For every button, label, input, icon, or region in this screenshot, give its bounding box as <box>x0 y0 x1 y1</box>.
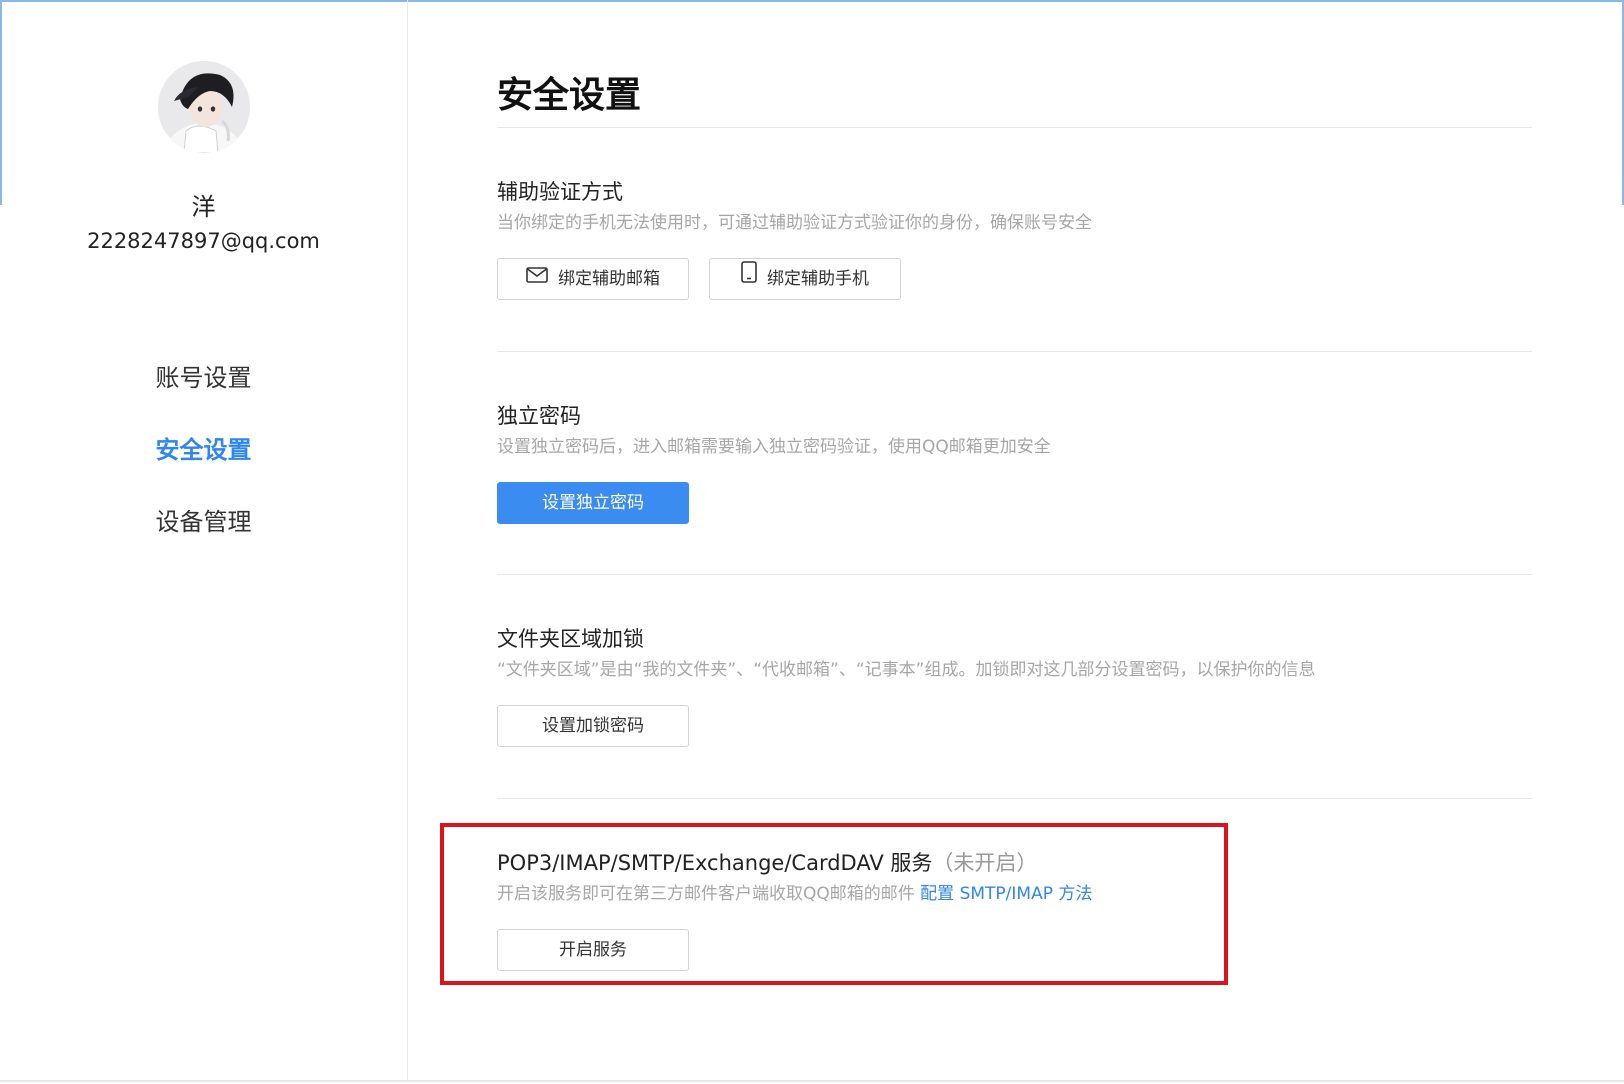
sidebar-item-account-settings[interactable]: 账号设置 <box>0 358 407 430</box>
section-divider <box>497 351 1532 352</box>
user-avatar-icon <box>158 61 250 153</box>
section-description: 设置独立密码后，进入邮箱需要输入独立密码验证，使用QQ邮箱更加安全 <box>497 437 1051 457</box>
section-independent-password: 独立密码 设置独立密码后，进入邮箱需要输入独立密码验证，使用QQ邮箱更加安全 设… <box>497 400 1532 524</box>
button-label: 绑定辅助手机 <box>767 269 869 289</box>
sidebar: 洋 2228247897@qq.com 账号设置 安全设置 设备管理 <box>0 0 408 1080</box>
section-auxiliary-verification: 辅助验证方式 当你绑定的手机无法使用时，可通过辅助验证方式验证你的身份，确保账号… <box>497 176 1532 300</box>
user-email: 2228247897@qq.com <box>87 229 320 253</box>
window-border-bottom <box>0 1080 1624 1082</box>
page-title: 安全设置 <box>497 75 642 116</box>
section-title: 辅助验证方式 <box>497 180 623 204</box>
section-title: 独立密码 <box>497 404 581 428</box>
sidebar-item-device-management[interactable]: 设备管理 <box>0 502 407 574</box>
sidebar-item-security-settings[interactable]: 安全设置 <box>0 430 407 502</box>
section-description: “文件夹区域”是由“我的文件夹”、“代收邮箱”、“记事本”组成。加锁即对这几部分… <box>497 660 1316 680</box>
settings-window: 洋 2228247897@qq.com 账号设置 安全设置 设备管理 安全设置 … <box>0 0 1624 1084</box>
bind-backup-email-button[interactable]: 绑定辅助邮箱 <box>497 258 689 300</box>
set-independent-password-button[interactable]: 设置独立密码 <box>497 482 689 524</box>
section-divider <box>497 798 1532 799</box>
title-divider <box>497 127 1532 128</box>
section-description: 当你绑定的手机无法使用时，可通过辅助验证方式验证你的身份，确保账号安全 <box>497 213 1092 233</box>
set-lock-password-button[interactable]: 设置加锁密码 <box>497 705 689 747</box>
sidebar-nav: 账号设置 安全设置 设备管理 <box>0 358 407 574</box>
mail-icon <box>526 258 548 298</box>
highlight-annotation-box <box>440 823 1228 985</box>
avatar[interactable] <box>158 61 250 153</box>
button-label: 绑定辅助邮箱 <box>558 269 660 289</box>
section-title: 文件夹区域加锁 <box>497 627 644 651</box>
phone-icon <box>741 258 757 298</box>
bind-backup-phone-button[interactable]: 绑定辅助手机 <box>709 258 901 300</box>
section-folder-lock: 文件夹区域加锁 “文件夹区域”是由“我的文件夹”、“代收邮箱”、“记事本”组成。… <box>497 623 1532 747</box>
user-name: 洋 <box>191 193 216 221</box>
section-divider <box>497 574 1532 575</box>
